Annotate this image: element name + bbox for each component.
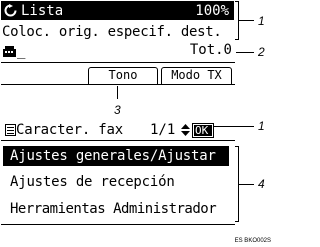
screen-1-title: Lista	[21, 3, 64, 19]
leader-1b	[214, 126, 254, 127]
tab-tono[interactable]: Tono	[88, 67, 158, 85]
leader-3	[117, 86, 118, 99]
up-down-icon[interactable]	[181, 124, 190, 136]
bottom-edge	[1, 224, 235, 225]
bracket-4-bottom	[235, 221, 239, 222]
ok-label: OK	[195, 124, 209, 137]
memory-indicator: 100%	[195, 3, 229, 19]
screen-2: Caracter. fax 1/1 OK Ajustes generales/A…	[0, 120, 236, 232]
bracket-1-leader	[239, 20, 254, 21]
bracket-1-top	[235, 1, 239, 2]
menu-item-ajustes-generales[interactable]: Ajustes generales/Ajustar	[3, 146, 229, 166]
tab-modo-tx[interactable]: Modo TX	[161, 67, 232, 85]
callout-2: 2	[258, 45, 265, 59]
title-separator	[1, 140, 235, 141]
page-indicator: 1/1	[150, 122, 176, 138]
total-counter: Tot.0	[189, 42, 232, 58]
refresh-icon	[4, 4, 17, 17]
fax-icon	[3, 46, 16, 57]
callout-3: 3	[114, 103, 121, 117]
bracket-4-leader	[239, 184, 254, 185]
ok-button[interactable]: OK	[192, 123, 214, 138]
screen-1: Lista 100% Coloc. orig. especif. dest. _…	[0, 0, 236, 88]
menu-item-label: Ajustes generales/Ajustar	[10, 148, 216, 164]
screen-1-title-bar: Lista 100%	[1, 1, 234, 20]
bracket-1-bottom	[235, 39, 239, 40]
bracket-4-top	[235, 146, 239, 147]
screen-2-title: Caracter. fax	[16, 122, 123, 138]
tab-baseline	[1, 84, 235, 85]
callout-1: 1	[258, 14, 265, 28]
callout-4: 4	[258, 177, 265, 191]
separator	[1, 62, 235, 63]
leader-2	[236, 52, 254, 53]
message-text: Coloc. orig. especif. dest.	[2, 24, 222, 40]
list-icon	[5, 124, 16, 136]
menu-item-ajustes-recepcion[interactable]: Ajustes de recepción	[10, 175, 175, 189]
figure-code: ES BKO002S	[234, 238, 271, 244]
menu-item-herramientas-admin[interactable]: Herramientas Administrador	[10, 202, 217, 216]
input-cursor: _	[17, 43, 26, 59]
callout-1-b: 1	[258, 119, 265, 133]
